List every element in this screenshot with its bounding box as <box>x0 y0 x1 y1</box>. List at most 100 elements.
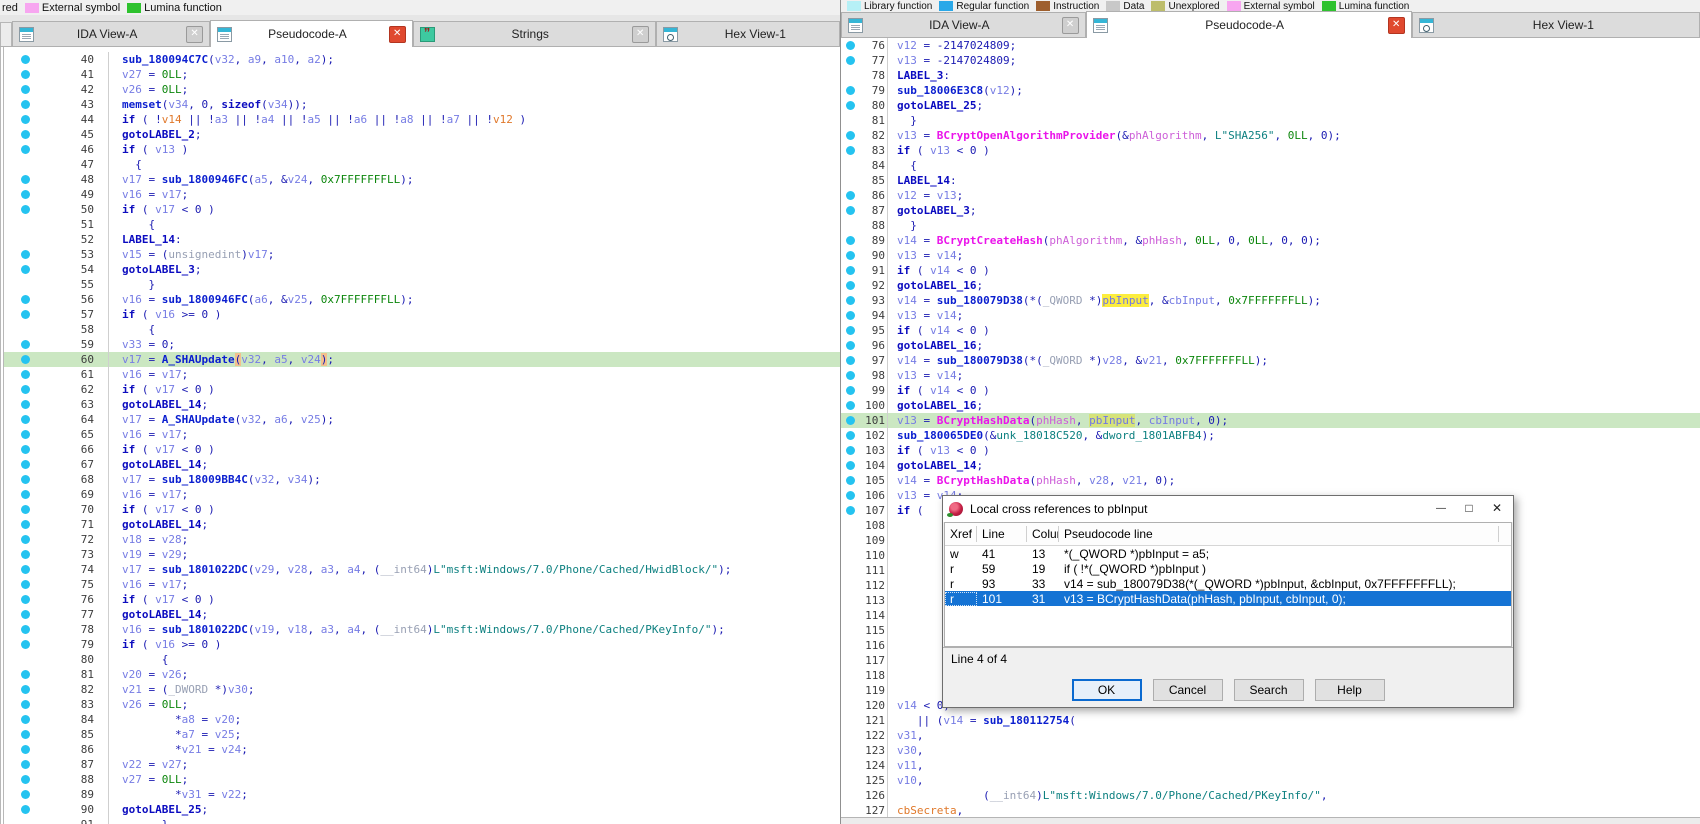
breakpoint-dot[interactable] <box>21 205 30 214</box>
code-text[interactable] <box>887 608 897 623</box>
breakpoint-dot[interactable] <box>21 130 30 139</box>
code-text[interactable]: if ( v14 < 0 ) <box>887 263 990 278</box>
code-line-89[interactable]: 89 *v31 = v22; <box>4 787 840 802</box>
breakpoint-dot[interactable] <box>21 700 30 709</box>
tab-pseudocode-a[interactable]: Pseudocode-A✕ <box>1086 11 1412 38</box>
code-text[interactable]: v13 = v14; <box>887 368 963 383</box>
breakpoint-dot[interactable] <box>21 775 30 784</box>
breakpoint-dot[interactable] <box>846 371 855 380</box>
tab-ida-view-a[interactable]: IDA View-A✕ <box>12 21 210 46</box>
code-line-65[interactable]: 65 v16 = v17; <box>4 427 840 442</box>
code-line-52[interactable]: 52LABEL_14: <box>4 232 840 247</box>
code-text[interactable]: sub_18006E3C8(v12); <box>887 83 1023 98</box>
xref-row[interactable]: r5919if ( !*(_QWORD *)pbInput ) <box>945 561 1511 576</box>
code-text[interactable]: goto LABEL_16; <box>887 338 983 353</box>
code-line-88[interactable]: 88 v27 = 0LL; <box>4 772 840 787</box>
code-line-99[interactable]: 99 if ( v14 < 0 ) <box>841 383 1700 398</box>
code-text[interactable]: goto LABEL_3; <box>887 203 976 218</box>
code-text[interactable]: goto LABEL_16; <box>887 398 983 413</box>
code-line-43[interactable]: 43 memset(v34, 0, sizeof(v34)); <box>4 97 840 112</box>
code-line-63[interactable]: 63 goto LABEL_14; <box>4 397 840 412</box>
code-line-100[interactable]: 100 goto LABEL_16; <box>841 398 1700 413</box>
code-text[interactable]: v16 = v17; <box>108 367 188 382</box>
code-line-69[interactable]: 69 v16 = v17; <box>4 487 840 502</box>
breakpoint-dot[interactable] <box>846 386 855 395</box>
breakpoint-dot[interactable] <box>846 191 855 200</box>
code-text[interactable]: v17 = sub_18009BB4C(v32, v34); <box>108 472 321 487</box>
panel-splitter[interactable] <box>841 817 1700 824</box>
tab-ida-view-a[interactable]: IDA View-A✕ <box>841 12 1086 37</box>
code-text[interactable]: if ( v13 < 0 ) <box>887 143 990 158</box>
code-line-40[interactable]: 40 sub_180094C7C(v32, a9, a10, a2); <box>4 52 840 67</box>
code-text[interactable]: v19 = v29; <box>108 547 188 562</box>
breakpoint-dot[interactable] <box>21 520 30 529</box>
code-line-93[interactable]: 93 v14 = sub_180079D38(*(_QWORD *)pbInpu… <box>841 293 1700 308</box>
column-header-column[interactable]: Column <box>1027 526 1059 542</box>
code-line-79[interactable]: 79 sub_18006E3C8(v12); <box>841 83 1700 98</box>
minimize-icon[interactable]: — <box>1431 501 1451 517</box>
code-line-91[interactable]: 91 if ( v14 < 0 ) <box>841 263 1700 278</box>
breakpoint-dot[interactable] <box>21 565 30 574</box>
code-line-55[interactable]: 55 } <box>4 277 840 292</box>
code-text[interactable]: if ( v13 ) <box>108 142 188 157</box>
code-line-60[interactable]: 60 v17 = A_SHAUpdate(v32, a5, v24); <box>4 352 840 367</box>
code-text[interactable]: v22 = v27; <box>108 757 188 772</box>
code-text[interactable]: v12 = -2147024809; <box>887 38 1016 53</box>
breakpoint-dot[interactable] <box>21 475 30 484</box>
breakpoint-dot[interactable] <box>846 41 855 50</box>
code-text[interactable]: || (v14 = sub_180112754( <box>887 713 1076 728</box>
code-text[interactable]: goto LABEL_25; <box>108 802 208 817</box>
help-button[interactable]: Help <box>1315 679 1385 701</box>
code-text[interactable]: v16 = sub_1801022DC(v19, v18, a3, a4, (_… <box>108 622 725 637</box>
code-line-67[interactable]: 67 goto LABEL_14; <box>4 457 840 472</box>
breakpoint-dot[interactable] <box>21 550 30 559</box>
breakpoint-dot[interactable] <box>21 505 30 514</box>
tab-close-icon[interactable]: ✕ <box>1388 17 1405 34</box>
breakpoint-dot[interactable] <box>21 175 30 184</box>
breakpoint-dot[interactable] <box>846 56 855 65</box>
code-text[interactable]: v13 = -2147024809; <box>887 53 1016 68</box>
code-text[interactable]: v14 = BCryptHashData(phHash, v28, v21, 0… <box>887 473 1175 488</box>
code-line-91[interactable]: 91 } <box>4 817 840 824</box>
code-text[interactable]: v14 = sub_180079D38(*(_QWORD *)pbInput, … <box>887 293 1321 308</box>
breakpoint-dot[interactable] <box>21 400 30 409</box>
code-line-97[interactable]: 97 v14 = sub_180079D38(*(_QWORD *)v28, &… <box>841 353 1700 368</box>
code-text[interactable]: v21 = (_DWORD *)v30; <box>108 682 255 697</box>
code-text[interactable]: if ( v14 < 0 ) <box>887 323 990 338</box>
code-text[interactable]: v18 = v28; <box>108 532 188 547</box>
code-text[interactable]: { <box>108 157 142 172</box>
breakpoint-dot[interactable] <box>846 491 855 500</box>
breakpoint-dot[interactable] <box>21 685 30 694</box>
breakpoint-dot[interactable] <box>21 370 30 379</box>
code-text[interactable]: if ( v16 >= 0 ) <box>108 307 221 322</box>
code-text[interactable]: v17 = sub_1800946FC(a5, &v24, 0x7FFFFFFF… <box>108 172 413 187</box>
code-line-59[interactable]: 59 v33 = 0; <box>4 337 840 352</box>
code-text[interactable]: goto LABEL_3; <box>108 262 201 277</box>
code-text[interactable]: *v21 = v24; <box>108 742 248 757</box>
breakpoint-dot[interactable] <box>846 251 855 260</box>
code-text[interactable]: { <box>108 322 155 337</box>
tab-pseudocode-a[interactable]: Pseudocode-A✕ <box>210 20 413 47</box>
code-text[interactable] <box>887 548 897 563</box>
code-text[interactable]: { <box>887 158 917 173</box>
code-line-58[interactable]: 58 { <box>4 322 840 337</box>
code-line-77[interactable]: 77 goto LABEL_14; <box>4 607 840 622</box>
code-text[interactable]: if ( v17 < 0 ) <box>108 382 215 397</box>
breakpoint-dot[interactable] <box>846 356 855 365</box>
code-line-87[interactable]: 87 goto LABEL_3; <box>841 203 1700 218</box>
code-line-127[interactable]: 127 cbSecreta, <box>841 803 1700 817</box>
code-text[interactable]: goto LABEL_14; <box>108 517 208 532</box>
code-line-57[interactable]: 57 if ( v16 >= 0 ) <box>4 307 840 322</box>
code-line-46[interactable]: 46 if ( v13 ) <box>4 142 840 157</box>
breakpoint-dot[interactable] <box>21 340 30 349</box>
code-text[interactable]: v17 = sub_1801022DC(v29, v28, a3, a4, (_… <box>108 562 731 577</box>
code-text[interactable]: v16 = v17; <box>108 427 188 442</box>
breakpoint-dot[interactable] <box>21 730 30 739</box>
breakpoint-dot[interactable] <box>846 446 855 455</box>
code-text[interactable]: goto LABEL_2; <box>108 127 201 142</box>
code-text[interactable]: goto LABEL_14; <box>108 607 208 622</box>
code-text[interactable]: v13 = BCryptHashData(phHash, pbInput, cb… <box>887 413 1228 428</box>
code-line-88[interactable]: 88 } <box>841 218 1700 233</box>
code-text[interactable]: if ( v13 < 0 ) <box>887 443 990 458</box>
code-line-54[interactable]: 54 goto LABEL_3; <box>4 262 840 277</box>
